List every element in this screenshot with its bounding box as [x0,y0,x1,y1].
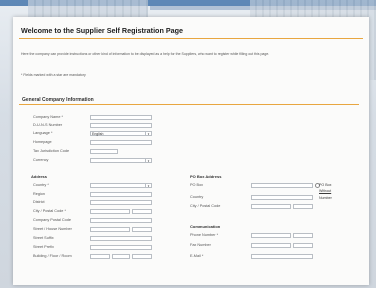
region-label: Region [33,192,46,196]
chevron-down-icon[interactable]: ▾ [145,159,151,163]
po-city-field[interactable] [251,204,291,209]
street-suffix-label: Street Suffix [33,236,54,240]
city-field[interactable] [90,209,130,214]
po-box-radio-label: PO Box [319,183,332,187]
title-divider [19,38,363,39]
po-box-field[interactable] [251,183,313,188]
tax-jurisdiction-field[interactable] [90,149,118,154]
number-label: Number [319,196,332,200]
intro-text: Here the company can provide instruction… [21,52,270,56]
fax-number-field[interactable] [251,243,291,248]
section-heading-po-box: PO Box Address [190,174,222,179]
country-label: Country * [33,183,49,187]
company-postal-code-label: Company Postal Code [33,218,71,222]
city-postal-label: City / Postal Code * [33,209,66,213]
house-number-field[interactable] [132,227,152,232]
registration-form: Welcome to the Supplier Self Registratio… [13,17,369,285]
duns-number-label: D-U-N-S Number [33,123,63,127]
phone-number-label: Phone Number * [190,233,219,237]
phone-number-field[interactable] [251,233,291,238]
email-label: E-Mail * [190,254,204,258]
section-heading-address: Address [31,174,48,179]
po-country-field[interactable] [251,195,313,200]
street-field[interactable] [90,227,130,232]
floor-field[interactable] [112,254,130,259]
language-select[interactable]: English ▾ [90,131,152,136]
building-field[interactable] [90,254,110,259]
currency-label: Currency [33,158,49,162]
po-country-label: Country [190,195,204,199]
currency-select[interactable]: ▾ [90,158,152,163]
po-city-postal-label: City / Postal Code [190,204,221,208]
street-suffix-field[interactable] [90,236,152,241]
district-field[interactable] [90,200,152,205]
tax-jurisdiction-label: Tax Jurisdiction Code [33,149,70,153]
required-note: * Fields marked with a star are mandator… [21,73,86,77]
country-select[interactable]: ▾ [90,183,152,188]
email-field[interactable] [251,254,313,259]
company-name-field[interactable] [90,115,152,120]
homepage-field[interactable] [90,140,152,145]
room-field[interactable] [132,254,152,259]
region-field[interactable] [90,192,152,197]
chevron-down-icon[interactable]: ▾ [145,132,151,136]
duns-number-field[interactable] [90,123,152,128]
fax-number-label: Fax Number [190,243,211,247]
without-link[interactable]: Without [319,189,331,193]
section-heading-communication: Communication [190,224,221,229]
language-value: English [92,132,104,136]
street-prefix-field[interactable] [90,245,152,250]
language-label: Language * [33,131,53,135]
building-floor-room-label: Building / Floor / Room [33,254,72,258]
company-name-label: Company Name * [33,115,63,119]
company-postal-code-field[interactable] [90,218,152,223]
street-prefix-label: Street Prefix [33,245,54,249]
section-heading-general: General Company Information [22,97,94,103]
section-divider-general [19,104,359,106]
street-house-label: Street / House Number [33,227,72,231]
fax-extension-field[interactable] [293,243,313,248]
chevron-down-icon[interactable]: ▾ [145,184,151,188]
homepage-label: Homepage [33,140,52,144]
district-label: District [33,200,45,204]
page-title: Welcome to the Supplier Self Registratio… [21,26,184,35]
postal-code-field[interactable] [132,209,152,214]
po-box-label: PO Box [190,183,204,187]
phone-extension-field[interactable] [293,233,313,238]
po-postal-code-field[interactable] [293,204,313,209]
